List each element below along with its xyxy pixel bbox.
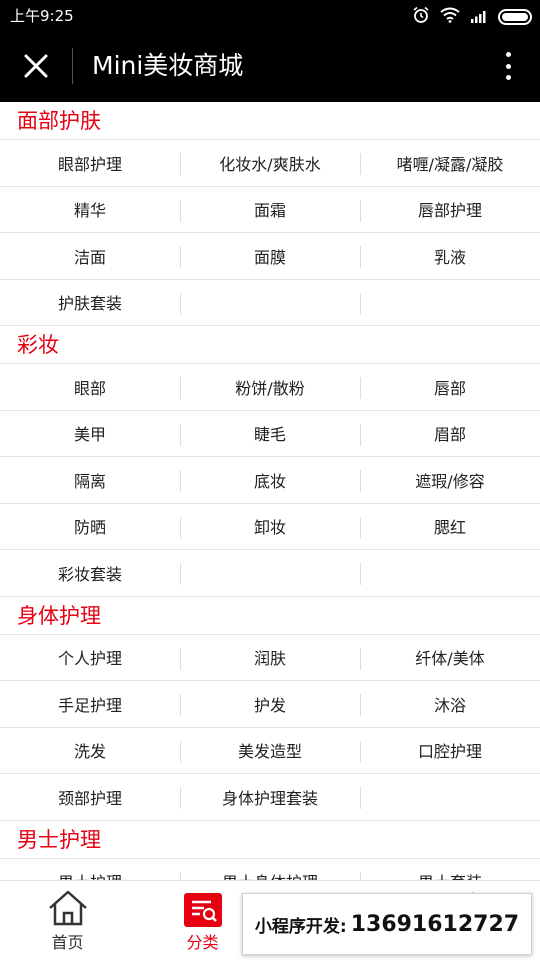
category-item[interactable]: 洗发	[0, 728, 180, 774]
category-item[interactable]: 面膜	[180, 233, 360, 279]
category-row: 男士护理男士身体护理男士套装	[0, 859, 540, 880]
category-item[interactable]: 护肤套装	[0, 280, 180, 326]
category-item[interactable]: 个人护理	[0, 635, 180, 681]
category-item[interactable]: 男士护理	[0, 859, 180, 880]
category-item[interactable]: 沐浴	[360, 681, 540, 727]
status-time: 上午9:25	[10, 7, 74, 25]
category-row: 手足护理 护发 沐浴	[0, 681, 540, 728]
tab-home-label: 首页	[51, 933, 84, 952]
category-row: 隔离 底妆 遮瑕/修容	[0, 457, 540, 504]
category-item[interactable]: 化妆水/爽肤水	[180, 140, 360, 186]
category-row: 彩妆套装	[0, 550, 540, 597]
status-bar: 上午9:25	[0, 0, 540, 30]
category-item[interactable]: 护发	[180, 681, 360, 727]
category-item[interactable]: 眼部护理	[0, 140, 180, 186]
category-item[interactable]: 唇部护理	[360, 187, 540, 233]
category-item[interactable]: 精华	[0, 187, 180, 233]
more-icon	[505, 52, 511, 57]
category-item[interactable]: 洁面	[0, 233, 180, 279]
category-list[interactable]: 面部护肤 眼部护理 化妆水/爽肤水 啫喱/凝露/凝胶 精华 面霜 唇部护理 洁面 面膜 乳液 护肤套…	[0, 102, 540, 880]
category-item[interactable]: 腮红	[360, 504, 540, 550]
close-icon	[24, 54, 48, 78]
category-row: 美甲 睫毛 眉部	[0, 411, 540, 457]
category-item[interactable]: 底妆	[180, 457, 360, 503]
empty-cell	[360, 550, 540, 596]
category-item[interactable]: 男士套装	[360, 859, 540, 880]
category-item[interactable]: 隔离	[0, 457, 180, 503]
tab-home[interactable]: 首页	[0, 881, 135, 960]
section-title: 男士护理	[0, 821, 540, 859]
category-item[interactable]: 美发造型	[180, 728, 360, 774]
category-row: 护肤套装	[0, 280, 540, 326]
more-button[interactable]	[496, 48, 520, 84]
title-bar: Mini美妆商城	[0, 30, 540, 102]
category-item[interactable]: 身体护理套装	[180, 774, 360, 820]
category-item[interactable]: 卸妆	[180, 504, 360, 550]
banner-phone: 13691612727	[350, 911, 520, 937]
category-item[interactable]: 面霜	[180, 187, 360, 233]
category-item[interactable]: 彩妆套装	[0, 550, 180, 596]
category-item[interactable]: 纤体/美体	[360, 635, 540, 681]
empty-cell	[180, 280, 360, 326]
category-icon	[183, 893, 222, 927]
signal-icon	[470, 8, 488, 27]
section-title: 面部护肤	[0, 102, 540, 140]
category-item[interactable]: 睫毛	[180, 411, 360, 457]
category-item[interactable]: 润肤	[180, 635, 360, 681]
close-button[interactable]	[14, 44, 58, 88]
category-row: 颈部护理 身体护理套装	[0, 774, 540, 821]
category-row: 眼部 粉饼/散粉 唇部	[0, 364, 540, 411]
category-row: 眼部护理 化妆水/爽肤水 啫喱/凝露/凝胶	[0, 140, 540, 187]
contact-banner: 小程序开发: 13691612727	[242, 893, 532, 955]
category-item[interactable]: 眉部	[360, 411, 540, 457]
category-item[interactable]: 口腔护理	[360, 728, 540, 774]
category-row: 精华 面霜 唇部护理	[0, 187, 540, 233]
category-item[interactable]: 啫喱/凝露/凝胶	[360, 140, 540, 186]
category-item[interactable]: 颈部护理	[0, 774, 180, 820]
tab-category-label: 分类	[186, 933, 219, 952]
category-item[interactable]: 眼部	[0, 364, 180, 410]
category-row: 洗发 美发造型 口腔护理	[0, 728, 540, 774]
title-divider	[72, 48, 73, 84]
battery-icon	[498, 9, 532, 25]
empty-cell	[360, 280, 540, 326]
page-title: Mini美妆商城	[92, 51, 244, 80]
banner-label: 小程序开发:	[254, 916, 347, 937]
home-icon	[48, 890, 87, 926]
category-item[interactable]: 乳液	[360, 233, 540, 279]
category-item[interactable]: 美甲	[0, 411, 180, 457]
empty-cell	[180, 550, 360, 596]
category-item[interactable]: 手足护理	[0, 681, 180, 727]
category-item[interactable]: 防晒	[0, 504, 180, 550]
category-row: 个人护理 润肤 纤体/美体	[0, 635, 540, 681]
category-item[interactable]: 遮瑕/修容	[360, 457, 540, 503]
section-title: 身体护理	[0, 597, 540, 635]
category-row: 洁面 面膜 乳液	[0, 233, 540, 280]
wifi-icon	[440, 7, 460, 27]
empty-cell	[360, 774, 540, 820]
section-title: 彩妆	[0, 326, 540, 364]
category-row: 防晒 卸妆 腮红	[0, 504, 540, 550]
alarm-icon	[412, 6, 430, 28]
category-item[interactable]: 男士身体护理	[180, 859, 360, 880]
status-icons	[412, 6, 532, 28]
category-item[interactable]: 粉饼/散粉	[180, 364, 360, 410]
category-item[interactable]: 唇部	[360, 364, 540, 410]
